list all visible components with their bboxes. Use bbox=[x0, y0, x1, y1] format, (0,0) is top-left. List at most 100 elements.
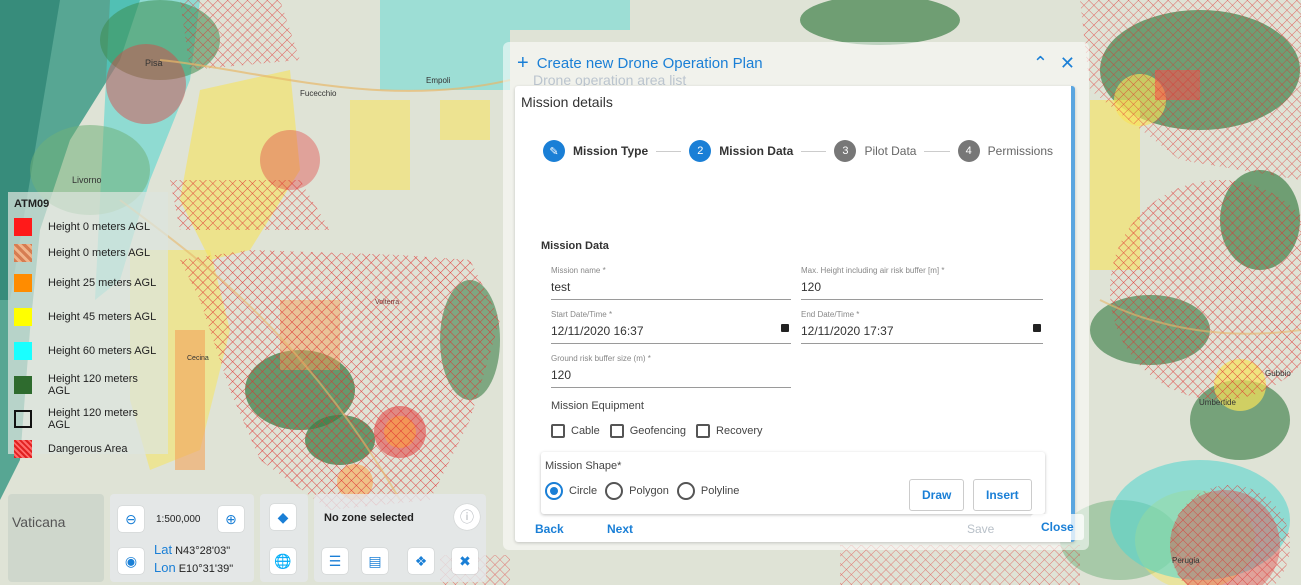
step-permissions[interactable]: 4 Permissions bbox=[957, 140, 1053, 162]
step-number: 3 bbox=[834, 140, 857, 162]
close-icon[interactable]: ✕ bbox=[1060, 53, 1075, 74]
mission-name-value: test bbox=[551, 280, 571, 294]
legend-swatch bbox=[14, 244, 32, 262]
max-height-field[interactable]: Max. Height including air risk buffer [m… bbox=[801, 266, 1043, 300]
step-pilot-data[interactable]: 3 Pilot Data bbox=[834, 140, 916, 162]
step-label: Mission Type bbox=[573, 144, 649, 158]
max-height-value: 120 bbox=[801, 280, 822, 294]
save-button[interactable]: Save bbox=[967, 522, 994, 536]
map-label-gubbio: Gubbio bbox=[1265, 369, 1291, 378]
ground-buffer-field[interactable]: Ground risk buffer size (m) * 120 bbox=[551, 354, 791, 388]
zoom-controls: ⊖ 1:500,000 ⊕ ◉ Lat N43°28'03" Lon E10°31'… bbox=[110, 494, 254, 582]
minimap[interactable]: Vaticana bbox=[8, 494, 104, 582]
step-number: 2 bbox=[689, 140, 712, 162]
step-label: Mission Data bbox=[719, 144, 794, 158]
start-datetime-value: 12/11/2020 16:37 bbox=[551, 324, 644, 338]
equipment-title: Mission Equipment bbox=[551, 400, 644, 412]
end-datetime-label: End Date/Time * bbox=[801, 310, 860, 319]
legend-item: Dangerous Area bbox=[14, 438, 162, 460]
map-label-perugia: Perugia bbox=[1172, 556, 1200, 565]
cable-label: Cable bbox=[571, 425, 600, 437]
map-label-fucecchio: Fucecchio bbox=[300, 89, 337, 98]
section-title: Mission Data bbox=[541, 240, 609, 252]
polygon-label: Polygon bbox=[629, 485, 669, 497]
map-label-cecina: Cecina bbox=[187, 355, 209, 362]
circle-radio[interactable] bbox=[545, 482, 563, 500]
shape-radios: Circle Polygon Polyline bbox=[545, 482, 747, 500]
draw-button[interactable]: Draw bbox=[909, 479, 965, 511]
ruler-icon[interactable]: ▤ bbox=[362, 548, 388, 574]
end-datetime-field[interactable]: End Date/Time * 12/11/2020 17:37 bbox=[801, 310, 1043, 344]
polyline-radio[interactable] bbox=[676, 482, 695, 500]
lat-key: Lat bbox=[154, 542, 173, 557]
dialog-header: + Create new Drone Operation Plan Drone … bbox=[503, 42, 1089, 89]
start-datetime-field[interactable]: Start Date/Time * 12/11/2020 16:37 bbox=[551, 310, 791, 344]
collapse-icon[interactable]: ⌃ bbox=[1033, 53, 1048, 74]
calendar-icon[interactable] bbox=[781, 324, 789, 332]
next-button[interactable]: Next bbox=[607, 522, 633, 536]
layers-icon[interactable]: ◆ bbox=[270, 504, 296, 530]
legend-item: Height 45 meters AGL bbox=[14, 302, 162, 332]
legend-swatch bbox=[14, 376, 32, 394]
geofencing-label: Geofencing bbox=[629, 425, 687, 437]
mission-shape-card: Mission Shape* Circle Polygon Polyline D… bbox=[541, 452, 1045, 514]
step-divider bbox=[801, 150, 827, 152]
equipment-checkboxes: Cable Geofencing Recovery bbox=[551, 424, 772, 438]
list-icon[interactable]: ☰ bbox=[322, 548, 348, 574]
lat-readout: Lat N43°28'03" bbox=[154, 542, 230, 557]
globe-icon[interactable]: 🌐 bbox=[270, 548, 296, 574]
legend-label: Height 25 meters AGL bbox=[48, 277, 157, 289]
stepper: ✎ Mission Type 2 Mission Data 3 Pilot Da… bbox=[543, 136, 1053, 166]
start-datetime-label: Start Date/Time * bbox=[551, 310, 613, 319]
mission-name-field[interactable]: Mission name * test bbox=[551, 266, 791, 300]
ground-buffer-value: 120 bbox=[551, 368, 572, 382]
locate-icon[interactable]: ◉ bbox=[118, 548, 144, 574]
legend-swatch bbox=[14, 440, 32, 458]
legend-swatch bbox=[14, 308, 32, 326]
zoom-in-icon[interactable]: ⊕ bbox=[218, 506, 244, 532]
legend-swatch bbox=[14, 274, 32, 292]
zoom-out-icon[interactable]: ⊖ bbox=[118, 506, 144, 532]
ground-buffer-label: Ground risk buffer size (m) * bbox=[551, 354, 651, 363]
map-label-volterra: Volterra bbox=[375, 299, 399, 306]
legend-label: Dangerous Area bbox=[48, 443, 128, 455]
polygon-radio[interactable] bbox=[605, 482, 624, 500]
minimap-label: Vaticana bbox=[12, 514, 66, 530]
close-button[interactable]: Close bbox=[1031, 514, 1084, 540]
step-label: Permissions bbox=[987, 144, 1053, 158]
legend-item: Height 25 meters AGL bbox=[14, 268, 162, 298]
zone-status: No zone selected bbox=[324, 512, 414, 524]
legend-label: Height 45 meters AGL bbox=[48, 311, 157, 323]
polyline-label: Polyline bbox=[700, 485, 740, 497]
step-number: 4 bbox=[957, 140, 980, 162]
pencil-icon: ✎ bbox=[543, 140, 565, 162]
legend-item: Height 0 meters AGL bbox=[14, 216, 162, 238]
end-datetime-value: 12/11/2020 17:37 bbox=[801, 324, 894, 338]
nodes-icon[interactable]: ❖ bbox=[408, 548, 434, 574]
mission-name-label: Mission name * bbox=[551, 266, 606, 275]
step-mission-data[interactable]: 2 Mission Data bbox=[689, 140, 793, 162]
zone-tools: No zone selected ⓘ ☰ ▤ ❖ ✖ bbox=[314, 494, 486, 582]
insert-button[interactable]: Insert bbox=[973, 479, 1032, 511]
map-legend: ATM09 Height 0 meters AGL Height 0 meters… bbox=[8, 192, 168, 458]
panel-title: Mission details bbox=[521, 94, 613, 110]
mission-details-panel: Mission details ✎ Mission Type 2 Mission… bbox=[515, 86, 1075, 542]
step-mission-type[interactable]: ✎ Mission Type bbox=[543, 140, 648, 162]
cable-checkbox[interactable] bbox=[551, 424, 565, 438]
geofencing-checkbox[interactable] bbox=[609, 424, 624, 438]
legend-label: Height 120 meters AGL bbox=[48, 407, 138, 431]
lon-readout: Lon E10°31'39" bbox=[154, 560, 233, 575]
back-button[interactable]: Back bbox=[535, 522, 564, 536]
map-label-umbertide: Umbertide bbox=[1199, 398, 1236, 407]
map-label-livorno: Livorno bbox=[72, 175, 102, 185]
legend-item: Height 60 meters AGL bbox=[14, 336, 162, 366]
dialog-footer: Back Next Save Close bbox=[503, 510, 1089, 550]
dialog-title: Create new Drone Operation Plan bbox=[536, 54, 763, 72]
calendar-icon[interactable] bbox=[1033, 324, 1041, 332]
drone-icon[interactable]: ✖ bbox=[452, 548, 478, 574]
lon-value: E10°31'39" bbox=[178, 563, 234, 575]
recovery-checkbox[interactable] bbox=[696, 424, 711, 438]
legend-label: Height 60 meters AGL bbox=[48, 345, 157, 357]
create-plan-dialog: + Create new Drone Operation Plan Drone … bbox=[503, 42, 1089, 550]
info-icon[interactable]: ⓘ bbox=[454, 504, 480, 530]
